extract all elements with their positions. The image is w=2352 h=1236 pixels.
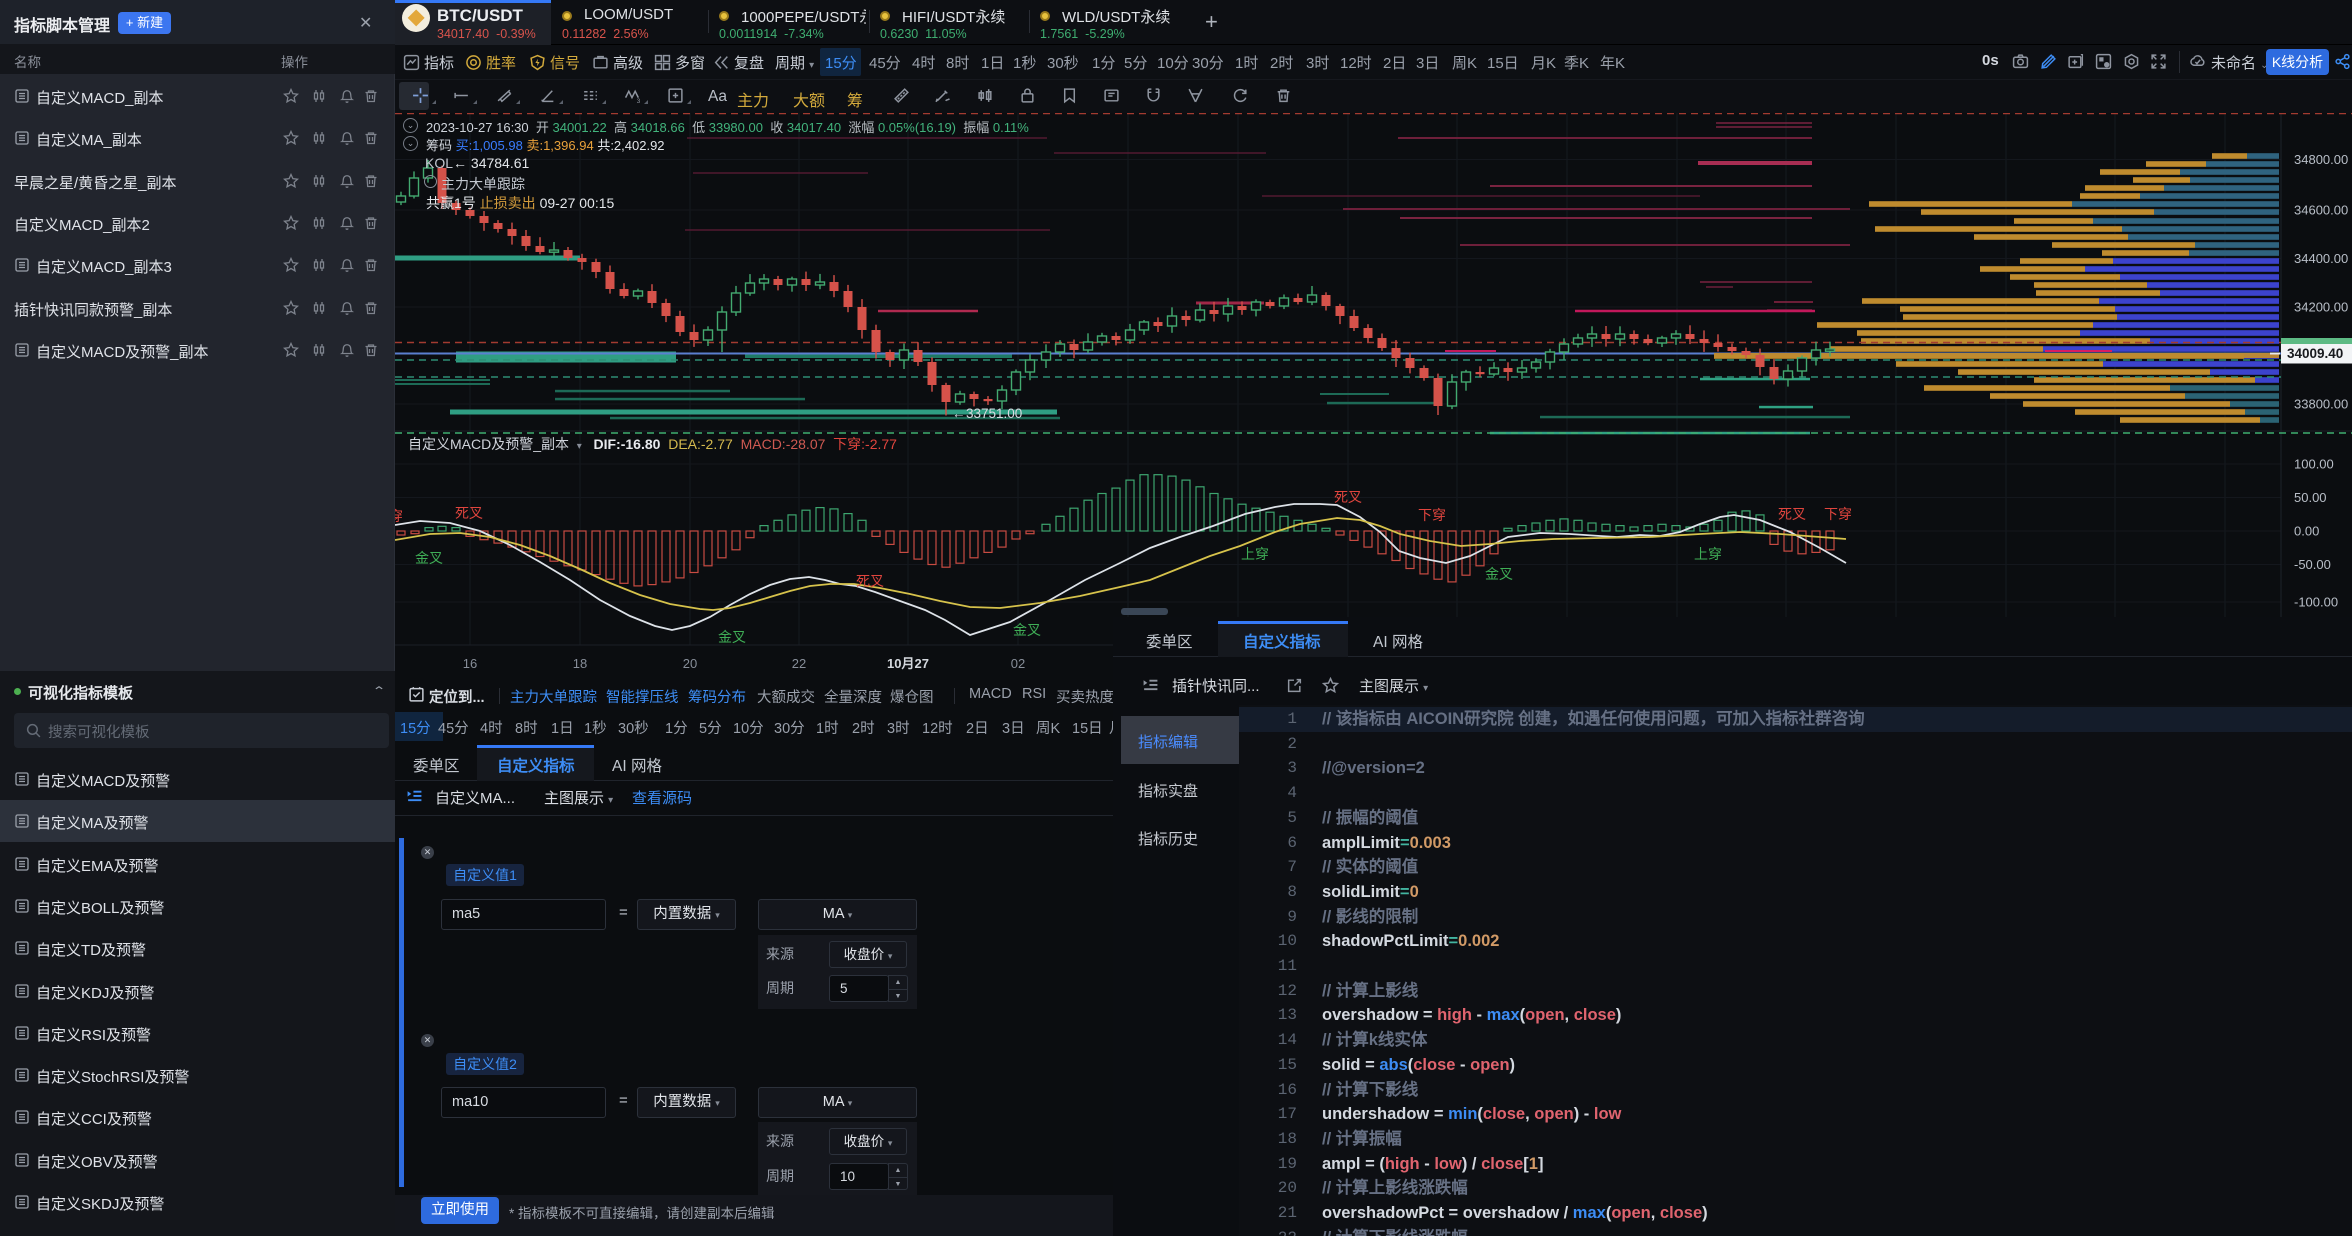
svg-text:上穿: 上穿 <box>1694 546 1722 562</box>
svg-text:34600.00: 34600.00 <box>2294 203 2348 218</box>
svg-text:死叉: 死叉 <box>1334 489 1362 505</box>
svg-text:-50.00: -50.00 <box>2294 557 2331 572</box>
svg-text:100.00: 100.00 <box>2294 457 2334 472</box>
svg-text:10月27: 10月27 <box>887 656 929 671</box>
svg-text:金叉: 金叉 <box>1013 622 1041 638</box>
svg-text:34400.00: 34400.00 <box>2294 251 2348 266</box>
svg-text:死叉: 死叉 <box>455 505 483 521</box>
svg-text:22: 22 <box>792 656 806 671</box>
svg-text:-100.00: -100.00 <box>2294 595 2338 610</box>
svg-text:下穿: 下穿 <box>1418 507 1446 523</box>
svg-text:上穿: 上穿 <box>1241 546 1269 562</box>
svg-text:金叉: 金叉 <box>718 629 746 645</box>
svg-text:死叉: 死叉 <box>856 573 884 589</box>
svg-text:0.00: 0.00 <box>2294 524 2319 539</box>
svg-text:20: 20 <box>683 656 697 671</box>
svg-text:下穿: 下穿 <box>1824 506 1852 522</box>
svg-text:34200.00: 34200.00 <box>2294 300 2348 315</box>
svg-text:金叉: 金叉 <box>1485 566 1513 582</box>
svg-text:18: 18 <box>573 656 587 671</box>
svg-text:3: 3 <box>637 98 641 104</box>
svg-text:33751.00: 33751.00 <box>966 406 1022 421</box>
svg-text:死叉: 死叉 <box>1778 506 1806 522</box>
svg-text:34800.00: 34800.00 <box>2294 152 2348 167</box>
svg-text:02: 02 <box>1011 656 1025 671</box>
svg-text:50.00: 50.00 <box>2294 490 2327 505</box>
svg-text:33800.00: 33800.00 <box>2294 397 2348 412</box>
svg-text:34009.40: 34009.40 <box>2287 346 2343 361</box>
svg-text:穿: 穿 <box>395 508 403 524</box>
svg-text:金叉: 金叉 <box>415 550 443 566</box>
svg-text:16: 16 <box>463 656 477 671</box>
